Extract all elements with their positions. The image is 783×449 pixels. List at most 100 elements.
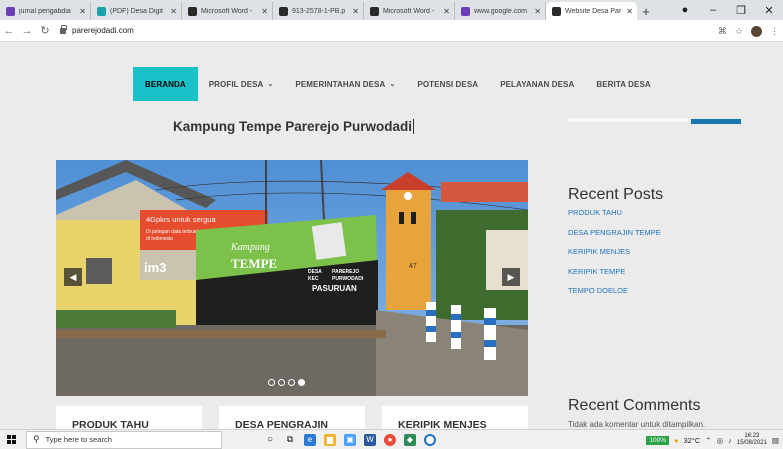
- circle-app-icon[interactable]: [424, 433, 436, 446]
- post-card[interactable]: KERIPIK MENJES: [382, 406, 528, 429]
- nav-item[interactable]: PEMERINTAHAN DESA ⌄: [284, 67, 406, 101]
- slider-next-button[interactable]: ▶: [502, 268, 520, 286]
- close-window-button[interactable]: ✕: [755, 4, 783, 17]
- chevron-down-icon: ⌄: [267, 81, 274, 88]
- website-page: BERANDA PROFIL DESA ⌄ PEMERINTAHAN DESA ⌄ POT…: [0, 43, 783, 429]
- browser-tab[interactable]: (PDF) Desa Digit ✕: [91, 2, 182, 20]
- close-tab-icon[interactable]: ✕: [79, 7, 86, 16]
- recent-post-link[interactable]: DESA PENGRAJIN TEMPE: [568, 228, 661, 248]
- browser-tab[interactable]: Microsoft Word - ✕: [364, 2, 455, 20]
- notification-icon[interactable]: ▤: [772, 436, 779, 445]
- store-icon[interactable]: ▣: [344, 433, 356, 446]
- avatar[interactable]: [751, 25, 762, 37]
- page-title: Kampung Tempe Parerejo Purwodadi: [173, 119, 415, 134]
- file-explorer-icon[interactable]: ▆: [324, 433, 336, 446]
- close-tab-icon[interactable]: ✕: [261, 7, 268, 16]
- recent-post-link[interactable]: TEMPO DOELOE: [568, 286, 661, 306]
- browser-tab[interactable]: 913-2578-1-PB.p ✕: [273, 2, 364, 20]
- banner-brand: im3: [144, 260, 166, 275]
- nav-item-label: BERITA DESA: [596, 79, 651, 89]
- close-tab-icon[interactable]: ✕: [626, 7, 633, 16]
- slider-dot[interactable]: [288, 379, 295, 386]
- browser-tab[interactable]: Website Desa Par ✕: [546, 2, 637, 20]
- sign-region: PASURUAN: [312, 284, 357, 293]
- address-bar[interactable]: parerejodadi.com: [60, 24, 134, 35]
- sign-kampung: Kampung: [230, 242, 270, 253]
- toolbar-actions: ⌘ ☆ ⋮: [718, 20, 779, 42]
- slider-dots: [268, 379, 305, 386]
- new-tab-button[interactable]: +: [637, 2, 655, 20]
- slider-dot[interactable]: [268, 379, 275, 386]
- search-input[interactable]: [568, 118, 688, 122]
- close-tab-icon[interactable]: ✕: [443, 7, 450, 16]
- nav-item[interactable]: PROFIL DESA ⌄: [198, 67, 285, 101]
- slider-dot[interactable]: [278, 379, 285, 386]
- chevron-up-icon[interactable]: ⌃: [705, 436, 711, 445]
- banner-headline: 4Gpkrs untuk sergua: [146, 215, 216, 224]
- post-card[interactable]: DESA PENGRAJIN: [219, 406, 365, 429]
- browser-tab[interactable]: Microsoft Word - ✕: [182, 2, 273, 20]
- word-icon[interactable]: W: [364, 433, 376, 446]
- recent-posts-title: Recent Posts: [568, 186, 664, 203]
- recent-posts-list: PRODUK TAHU DESA PENGRAJIN TEMPE KERIPIK M…: [568, 208, 661, 306]
- image-slider: 4Gpkrs untuk sergua Di jaringan data ter…: [56, 160, 528, 396]
- nav-item[interactable]: PELAYANAN DESA: [489, 67, 585, 101]
- tab-title: jurnal pengabdia: [19, 7, 71, 15]
- chrome-icon[interactable]: ●: [384, 433, 396, 446]
- clock-time: 16:23: [744, 433, 760, 439]
- task-view-icon[interactable]: ⧉: [284, 434, 296, 446]
- taskbar-search-input[interactable]: ⚲ Type here to search: [26, 430, 222, 449]
- maximize-button[interactable]: ❐: [727, 4, 755, 17]
- post-card[interactable]: PRODUK TAHU: [56, 406, 202, 429]
- network-icon[interactable]: ◎: [717, 436, 724, 445]
- bookmark-star-icon[interactable]: ☆: [735, 26, 743, 37]
- slider-prev-button[interactable]: ◀: [64, 268, 82, 286]
- back-arrow-icon[interactable]: ←: [0, 25, 18, 37]
- temperature-text[interactable]: 32°C: [684, 436, 701, 445]
- close-tab-icon[interactable]: ✕: [534, 7, 541, 16]
- post-card-title[interactable]: PRODUK TAHU: [72, 419, 149, 429]
- search-button[interactable]: [691, 119, 741, 124]
- nav-item-label: POTENSI DESA: [417, 79, 479, 89]
- browser-tab[interactable]: www.google.com ✕: [455, 2, 546, 20]
- weather-icon[interactable]: ●: [674, 436, 679, 445]
- globe-icon: [188, 6, 197, 16]
- nav-item[interactable]: BERITA DESA: [585, 67, 661, 101]
- sign-tempe: TEMPE: [231, 256, 277, 271]
- tab-title: (PDF) Desa Digit: [110, 7, 163, 15]
- app-icon[interactable]: ◆: [404, 433, 416, 446]
- slider-dot[interactable]: [298, 379, 305, 386]
- clock[interactable]: 16:23 15/08/2021: [737, 433, 767, 447]
- recent-post-link[interactable]: KERIPIK TEMPE: [568, 267, 661, 287]
- windows-start-icon[interactable]: [0, 435, 22, 444]
- close-tab-icon[interactable]: ✕: [352, 7, 359, 16]
- minimize-button[interactable]: –: [699, 4, 727, 16]
- slider-photo: 4Gpkrs untuk sergua Di jaringan data ter…: [56, 160, 528, 396]
- post-card-title[interactable]: DESA PENGRAJIN: [235, 419, 328, 429]
- nav-item[interactable]: BERANDA: [133, 67, 198, 101]
- forward-arrow-icon[interactable]: →: [18, 25, 36, 37]
- profile-indicator-icon[interactable]: ●: [671, 4, 699, 16]
- search-placeholder: Type here to search: [45, 435, 112, 444]
- close-tab-icon[interactable]: ✕: [170, 7, 177, 16]
- translate-icon[interactable]: ⌘: [718, 26, 727, 37]
- nav-item[interactable]: POTENSI DESA: [406, 67, 489, 101]
- nav-item-label: BERANDA: [145, 79, 186, 89]
- site-favicon-icon: [461, 6, 470, 16]
- browser-tab[interactable]: jurnal pengabdia ✕: [0, 2, 91, 20]
- volume-icon[interactable]: ♪: [728, 436, 732, 445]
- cortana-icon[interactable]: ○: [264, 434, 276, 446]
- search-icon: ⚲: [33, 434, 40, 444]
- recent-post-link[interactable]: KERIPIK MENJES: [568, 247, 661, 267]
- chevron-down-icon: ⌄: [389, 81, 396, 88]
- site-favicon-icon: [97, 6, 106, 16]
- recent-post-link[interactable]: PRODUK TAHU: [568, 208, 661, 228]
- menu-dots-icon[interactable]: ⋮: [770, 26, 779, 37]
- battery-badge[interactable]: 100%: [646, 435, 669, 445]
- tab-title: Website Desa Par: [565, 7, 622, 15]
- reload-icon[interactable]: ↻: [36, 24, 54, 37]
- recent-comments-title: Recent Comments: [568, 397, 701, 414]
- post-card-title[interactable]: KERIPIK MENJES: [398, 419, 487, 429]
- windows-taskbar: ⚲ Type here to search ○ ⧉ e ▆ ▣ W ● ◆ 10…: [0, 429, 783, 449]
- edge-icon[interactable]: e: [304, 433, 316, 446]
